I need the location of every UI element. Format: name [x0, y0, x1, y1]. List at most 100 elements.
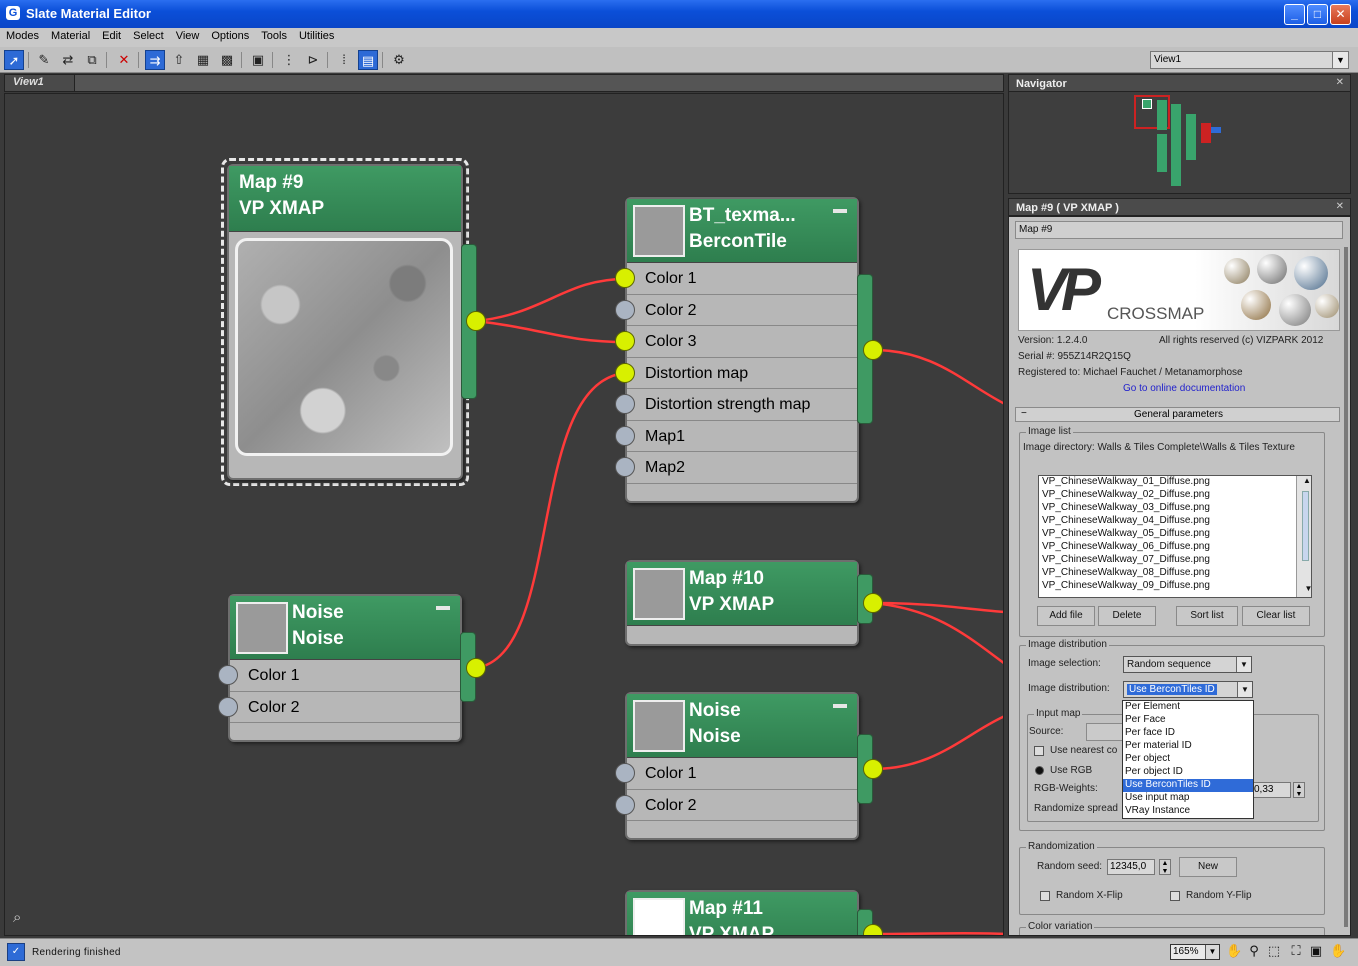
slot-socket[interactable] [615, 457, 635, 477]
menu-edit[interactable]: Edit [96, 28, 127, 47]
select-by-material-icon[interactable]: ⚙ [389, 50, 409, 70]
image-list[interactable]: VP_ChineseWalkway_01_Diffuse.png VP_Chin… [1038, 475, 1312, 598]
source-button[interactable] [1086, 723, 1124, 741]
use-rgb-radio[interactable] [1035, 766, 1044, 775]
sort-list-button[interactable]: Sort list [1176, 606, 1238, 626]
image-distribution-dropdown[interactable]: Use BerconTiles ID ▼ [1123, 681, 1253, 698]
node-map10-header[interactable]: Map #10 VP XMAP [627, 562, 857, 626]
delete-icon[interactable]: ✕ [114, 50, 134, 70]
slot-socket[interactable] [615, 299, 635, 320]
show-background-icon[interactable]: ▩ [217, 50, 237, 70]
add-file-button[interactable]: Add file [1037, 606, 1095, 626]
pan-hand-icon[interactable]: ✋ [1226, 943, 1242, 959]
slot-socket[interactable] [615, 268, 635, 288]
random-xflip-checkbox[interactable] [1040, 891, 1050, 901]
clear-list-button[interactable]: Clear list [1242, 606, 1310, 626]
list-item[interactable]: VP_ChineseWalkway_06_Diffuse.png [1039, 541, 1311, 554]
slot-map2[interactable]: Map2 [615, 452, 857, 484]
render-status-icon[interactable]: ✓ [7, 943, 25, 961]
use-nearest-checkbox[interactable] [1034, 746, 1044, 756]
node-map11-header[interactable]: Map #11 VP XMAP [627, 892, 857, 935]
list-item[interactable]: VP_ChineseWalkway_02_Diffuse.png [1039, 489, 1311, 502]
menu-tools[interactable]: Tools [255, 28, 293, 47]
slot-color2[interactable]: Color 2 [615, 295, 857, 326]
slot-socket[interactable] [615, 394, 635, 414]
node-noise-left-output-socket[interactable] [466, 658, 486, 678]
slot-socket[interactable] [218, 696, 238, 717]
menu-modes[interactable]: Modes [0, 28, 45, 47]
menu-view[interactable]: View [170, 28, 206, 47]
option-item[interactable]: Use input map [1123, 792, 1253, 805]
maximize-button[interactable]: □ [1307, 4, 1328, 25]
node-map10-output-socket[interactable] [863, 593, 883, 613]
slot-socket[interactable] [615, 331, 635, 351]
menu-select[interactable]: Select [127, 28, 170, 47]
menu-utilities[interactable]: Utilities [293, 28, 340, 47]
image-list-scrollbar[interactable]: ▲ ▼ [1296, 476, 1311, 597]
params-scrollbar[interactable] [1344, 247, 1348, 927]
list-item[interactable]: VP_ChineseWalkway_09_Diffuse.png [1039, 580, 1311, 593]
node-noise-right-header[interactable]: Noise Noise [627, 694, 857, 758]
option-item[interactable]: Per object ID [1123, 766, 1253, 779]
slot-color1[interactable]: Color 1 [615, 263, 857, 295]
scrollbar-thumb[interactable] [1302, 491, 1309, 561]
slot-socket[interactable] [615, 794, 635, 815]
move-children-icon[interactable]: ⇉ [145, 50, 165, 70]
distribution-options-list[interactable]: Per Element Per Face Per face ID Per mat… [1122, 700, 1254, 819]
option-item[interactable]: VRay Instance [1123, 805, 1253, 818]
slot-socket[interactable] [615, 425, 635, 446]
option-item[interactable]: Per object [1123, 753, 1253, 766]
random-yflip-checkbox[interactable] [1170, 891, 1180, 901]
list-item[interactable]: VP_ChineseWalkway_05_Diffuse.png [1039, 528, 1311, 541]
zoom-region-icon[interactable]: ⬚ [1266, 943, 1282, 959]
tab-view1[interactable]: View1 [5, 75, 75, 91]
layout-children-icon[interactable]: ⋮ [279, 50, 299, 70]
node-noise-left-header[interactable]: Noise Noise [230, 596, 460, 660]
rgb-weights-field[interactable]: 0,33 [1251, 782, 1291, 798]
menu-material[interactable]: Material [45, 28, 96, 47]
navigator-view[interactable] [1008, 91, 1351, 194]
node-map9-header[interactable]: Map #9 VP XMAP [229, 166, 461, 232]
put-material-icon[interactable]: ⇄ [58, 50, 78, 70]
node-noise-left[interactable]: Noise Noise Color 1 Color 2 [218, 594, 462, 742]
slot-socket[interactable] [615, 362, 635, 383]
slot-color3[interactable]: Color 3 [615, 326, 857, 358]
menu-options[interactable]: Options [205, 28, 255, 47]
hide-unused-icon[interactable]: ⇧ [169, 50, 189, 70]
node-bercon-header[interactable]: BT_texma... BerconTile [627, 199, 857, 263]
pan-to-selected-icon[interactable]: ✋ [1330, 943, 1346, 959]
random-seed-spinner[interactable]: ▲ ▼ [1159, 859, 1171, 875]
app-icon[interactable]: G [6, 6, 20, 20]
delete-button[interactable]: Delete [1098, 606, 1156, 626]
option-item[interactable]: Per Element [1123, 701, 1253, 714]
slot-color2[interactable]: Color 2 [615, 790, 857, 821]
list-item[interactable]: VP_ChineseWalkway_08_Diffuse.png [1039, 567, 1311, 580]
slot-color1[interactable]: Color 1 [615, 758, 857, 790]
binoculars-icon[interactable]: ⌕ [13, 909, 21, 926]
close-icon[interactable]: ✕ [1336, 77, 1344, 88]
parameter-editor-icon[interactable]: ▤ [358, 50, 378, 70]
option-item[interactable]: Per Face [1123, 714, 1253, 727]
layout-all-icon[interactable]: ⊳ [303, 50, 323, 70]
option-item[interactable]: Per face ID [1123, 727, 1253, 740]
random-seed-field[interactable]: 12345,0 [1107, 859, 1155, 875]
slot-socket[interactable] [218, 665, 238, 685]
show-shaded-icon[interactable]: ▦ [193, 50, 213, 70]
collapse-icon[interactable] [833, 209, 847, 213]
node-map11[interactable]: Map #11 VP XMAP [625, 890, 859, 935]
select-tool-icon[interactable]: ➚ [4, 50, 24, 70]
slot-socket[interactable] [615, 763, 635, 783]
slot-map1[interactable]: Map1 [615, 421, 857, 452]
pick-material-icon[interactable]: ✎ [34, 50, 54, 70]
node-noise-right[interactable]: Noise Noise Color 1 Color 2 [615, 692, 859, 840]
list-item[interactable]: VP_ChineseWalkway_04_Diffuse.png [1039, 515, 1311, 528]
slot-color2[interactable]: Color 2 [218, 692, 460, 723]
map-name-field[interactable]: Map #9 [1015, 221, 1343, 239]
slot-distortion-map[interactable]: Distortion map [615, 358, 857, 389]
option-item[interactable]: Per material ID [1123, 740, 1253, 753]
assign-material-icon[interactable]: ⧉ [82, 50, 102, 70]
list-item[interactable]: VP_ChineseWalkway_01_Diffuse.png [1039, 476, 1311, 489]
zoom-extents-icon[interactable]: ⛶ [1288, 943, 1304, 959]
node-canvas[interactable]: Map #9 VP XMAP BT_texma... BerconTile Co… [4, 93, 1004, 936]
node-bercon-output-socket[interactable] [863, 340, 883, 360]
